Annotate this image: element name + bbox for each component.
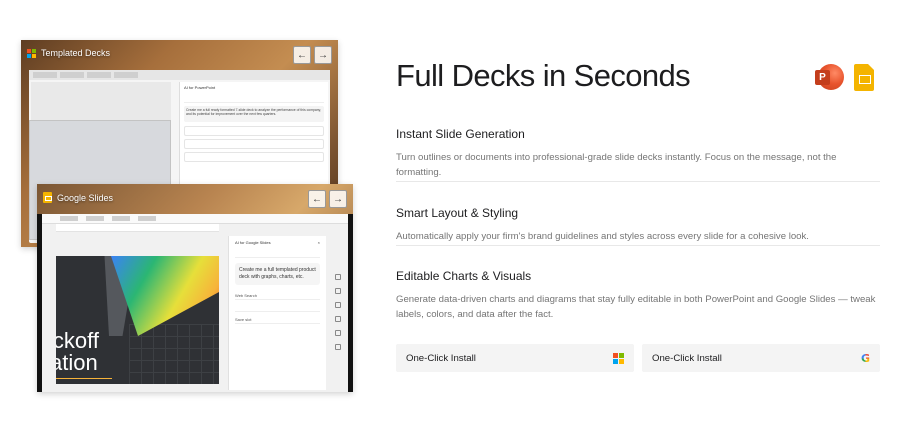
google-slides-nav: ← → — [308, 190, 347, 208]
slide-heading-line-2: ation — [56, 350, 98, 375]
pane-card — [184, 139, 324, 149]
arrow-left-icon: ← — [312, 193, 322, 205]
divider — [396, 181, 880, 182]
google-slides-label: Google Slides — [57, 192, 114, 203]
powerpoint-icon: P — [815, 64, 844, 90]
slide-underline — [56, 378, 112, 379]
pane-header-label: AI for Google Slides — [235, 240, 271, 245]
install-google-slides-button[interactable]: One-Click Install G — [642, 344, 880, 372]
pane-item — [235, 305, 320, 312]
pane-header: AI for PowerPoint — [184, 85, 216, 90]
next-arrow-button[interactable]: → — [314, 46, 332, 64]
google-slides-icon — [854, 64, 874, 91]
side-toolbar — [332, 274, 344, 350]
pane-card — [184, 126, 324, 136]
prompt-text: Create me a full ready formatted 7-slide… — [186, 108, 322, 117]
templated-decks-nav: ← → — [293, 46, 332, 64]
pane-toolbar — [184, 95, 324, 103]
feature-description: Generate data-driven charts and diagrams… — [396, 294, 876, 320]
arrow-left-icon: ← — [297, 49, 307, 61]
feature-description: Automatically apply your firm's brand gu… — [396, 231, 809, 242]
next-arrow-button[interactable]: → — [329, 190, 347, 208]
app-icons: P — [815, 64, 874, 91]
pane-toolbar — [235, 251, 320, 258]
prompt-text: Create me a full templated product deck … — [239, 267, 316, 280]
ruler — [56, 224, 219, 232]
pane-card — [184, 152, 324, 162]
ribbon — [29, 70, 330, 80]
templated-decks-title: Templated Decks — [27, 48, 110, 58]
pane-item-web-search[interactable]: Web Search — [235, 293, 320, 300]
google-slides-icon — [43, 192, 52, 203]
prev-arrow-button[interactable]: ← — [308, 190, 326, 208]
arrow-right-icon: → — [318, 49, 328, 61]
feature-description: Turn outlines or documents into professi… — [396, 152, 837, 178]
feature-smart-layout-styling: Smart Layout & Styling Automatically app… — [396, 206, 880, 244]
page-title: Full Decks in Seconds — [396, 58, 691, 93]
microsoft-icon — [613, 352, 624, 364]
powerpoint-letter-icon: P — [815, 70, 830, 85]
templated-decks-label: Templated Decks — [41, 48, 111, 58]
tool-icon[interactable] — [335, 274, 341, 280]
window-edge — [348, 214, 353, 392]
google-slides-window: ickoff ation AI for Google Slides × Crea… — [42, 214, 348, 392]
tool-icon[interactable] — [335, 344, 341, 350]
google-slides-title: Google Slides — [43, 192, 113, 203]
install-powerpoint-button[interactable]: One-Click Install — [396, 344, 634, 372]
prev-arrow-button[interactable]: ← — [293, 46, 311, 64]
divider — [396, 245, 880, 246]
tool-icon[interactable] — [335, 288, 341, 294]
pane-item-save-slot[interactable]: Save slot — [235, 317, 320, 324]
close-icon[interactable]: × — [318, 240, 320, 245]
feature-title: Smart Layout & Styling — [396, 206, 519, 220]
microsoft-icon — [27, 48, 36, 58]
tool-icon[interactable] — [335, 302, 341, 308]
kickoff-slide: ickoff ation — [56, 256, 219, 384]
pane-item-label: Save slot — [235, 316, 252, 322]
feature-editable-charts-visuals: Editable Charts & Visuals Generate data-… — [396, 269, 880, 322]
arrow-right-icon: → — [333, 193, 343, 205]
google-icon: G — [860, 351, 870, 365]
google-slides-panel: Google Slides ← → ickoff ation AI for Go… — [37, 184, 353, 392]
feature-title: Instant Slide Generation — [396, 127, 525, 141]
prompt-bubble: Create me a full ready formatted 7-slide… — [184, 106, 324, 122]
pane-item-label: Web Search — [235, 292, 257, 298]
pane-header: AI for Google Slides × — [235, 240, 320, 245]
feature-title: Editable Charts & Visuals — [396, 269, 532, 283]
slides-toolbar — [42, 214, 348, 224]
tool-icon[interactable] — [335, 330, 341, 336]
feature-instant-slide-generation: Instant Slide Generation Turn outlines o… — [396, 127, 880, 180]
install-button-label: One-Click Install — [652, 352, 722, 364]
install-button-label: One-Click Install — [406, 352, 476, 364]
tool-icon[interactable] — [335, 316, 341, 322]
prompt-bubble: Create me a full templated product deck … — [235, 263, 320, 285]
ai-side-pane: AI for Google Slides × Create me a full … — [228, 236, 326, 390]
